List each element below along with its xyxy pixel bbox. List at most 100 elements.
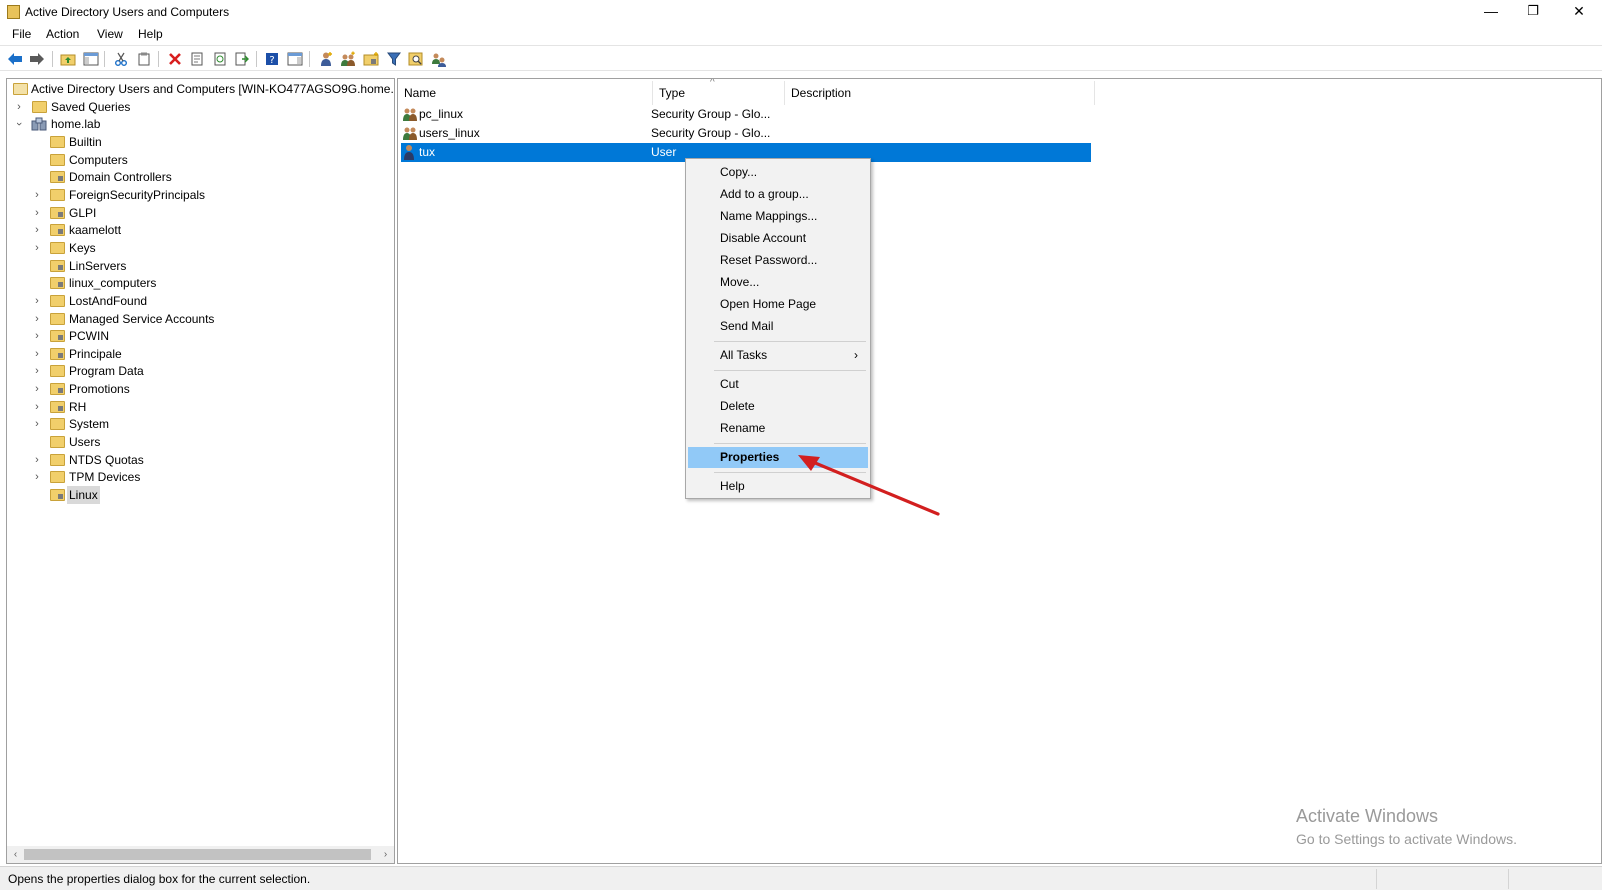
copy-icon[interactable]: [135, 50, 152, 67]
help-icon[interactable]: ?: [263, 50, 280, 67]
show-console-tree-icon[interactable]: [82, 50, 99, 67]
menu-help[interactable]: Help: [138, 27, 163, 41]
folder-up-icon[interactable]: [59, 50, 76, 67]
tree-item[interactable]: › LostAndFound: [11, 292, 371, 310]
tree-item-saved-queries[interactable]: › Saved Queries: [11, 98, 371, 116]
new-group-icon[interactable]: [339, 50, 356, 67]
back-arrow-icon[interactable]: [6, 50, 23, 67]
menu-item-delete[interactable]: Delete: [688, 396, 868, 417]
console-tree[interactable]: Active Directory Users and Computers [WI…: [6, 78, 395, 864]
scroll-right-arrow-icon[interactable]: ›: [377, 846, 394, 863]
details-list[interactable]: Name Type ^ Description pc_linux Securit…: [397, 78, 1602, 864]
menu-item-add-to-group[interactable]: Add to a group...: [688, 184, 868, 205]
expand-chevron-icon[interactable]: ›: [32, 415, 42, 433]
menu-item-move[interactable]: Move...: [688, 272, 868, 293]
tree-item[interactable]: LinServers: [11, 257, 371, 275]
tree-horizontal-scrollbar[interactable]: ‹ ›: [7, 846, 394, 863]
tree-item[interactable]: › ForeignSecurityPrincipals: [11, 186, 371, 204]
new-ou-icon[interactable]: [362, 50, 379, 67]
show-action-pane-icon[interactable]: [286, 50, 303, 67]
tree-item[interactable]: › PCWIN: [11, 327, 371, 345]
tree-item[interactable]: › NTDS Quotas: [11, 451, 371, 469]
menu-view[interactable]: View: [97, 27, 123, 41]
column-header-type[interactable]: Type: [653, 81, 785, 105]
tree-item-label: home.lab: [51, 117, 101, 131]
menu-item-all-tasks[interactable]: All Tasks ›: [688, 345, 868, 366]
expand-chevron-icon[interactable]: ›: [32, 186, 42, 204]
menu-item-reset-password[interactable]: Reset Password...: [688, 250, 868, 271]
list-row[interactable]: users_linux Security Group - Glo...: [401, 124, 1091, 143]
status-divider: [1376, 869, 1377, 889]
tree-item[interactable]: › System: [11, 415, 371, 433]
expand-chevron-icon[interactable]: ›: [14, 98, 24, 116]
menu-item-send-mail[interactable]: Send Mail: [688, 316, 868, 337]
tree-item-domain[interactable]: › home.lab: [11, 115, 371, 133]
column-header-description[interactable]: Description: [785, 81, 1095, 105]
menu-file[interactable]: File: [12, 27, 31, 41]
expand-chevron-icon[interactable]: ›: [32, 310, 42, 328]
menu-separator: [714, 443, 866, 444]
menu-item-cut[interactable]: Cut: [688, 374, 868, 395]
tree-item[interactable]: Domain Controllers: [11, 168, 371, 186]
tree-item[interactable]: linux_computers: [11, 274, 371, 292]
restore-button[interactable]: ❐: [1510, 0, 1556, 24]
refresh-icon[interactable]: [211, 50, 228, 67]
expand-chevron-icon[interactable]: ›: [32, 362, 42, 380]
expand-chevron-icon[interactable]: ›: [32, 398, 42, 416]
expand-chevron-icon[interactable]: ›: [32, 451, 42, 469]
menu-action[interactable]: Action: [46, 27, 79, 41]
collapse-chevron-icon[interactable]: ›: [10, 119, 28, 129]
delete-icon[interactable]: [166, 50, 183, 67]
tree-item[interactable]: Builtin: [11, 133, 371, 151]
expand-chevron-icon[interactable]: ›: [32, 204, 42, 222]
row-name: pc_linux: [419, 107, 464, 121]
add-to-group-icon[interactable]: [430, 50, 447, 67]
column-header-name[interactable]: Name: [398, 81, 653, 105]
export-list-icon[interactable]: [233, 50, 250, 67]
toolbar-separator: [309, 51, 310, 67]
tree-item[interactable]: Linux: [11, 486, 371, 504]
close-button[interactable]: ✕: [1556, 0, 1602, 24]
cut-icon[interactable]: [112, 50, 129, 67]
list-row[interactable]: pc_linux Security Group - Glo...: [401, 105, 1091, 124]
tree-item[interactable]: › Principale: [11, 345, 371, 363]
expand-chevron-icon[interactable]: ›: [32, 327, 42, 345]
tree-item[interactable]: › GLPI: [11, 204, 371, 222]
tree-item-label: GLPI: [69, 206, 97, 220]
expand-chevron-icon[interactable]: ›: [32, 292, 42, 310]
tree-item[interactable]: › TPM Devices: [11, 468, 371, 486]
tree-item-label: Domain Controllers: [69, 170, 172, 184]
filter-icon[interactable]: [385, 50, 402, 67]
tree-item-label: System: [69, 417, 110, 431]
tree-item-label: Saved Queries: [51, 100, 131, 114]
ou-folder-icon: [50, 207, 65, 219]
new-user-icon[interactable]: [317, 50, 334, 67]
menu-item-open-home-page[interactable]: Open Home Page: [688, 294, 868, 315]
tree-item[interactable]: › Promotions: [11, 380, 371, 398]
tree-root[interactable]: Active Directory Users and Computers [WI…: [11, 80, 394, 98]
minimize-button[interactable]: —: [1468, 0, 1514, 24]
menu-item-rename[interactable]: Rename: [688, 418, 868, 439]
expand-chevron-icon[interactable]: ›: [32, 239, 42, 257]
tree-item[interactable]: Computers: [11, 151, 371, 169]
tree-item[interactable]: › Managed Service Accounts: [11, 310, 371, 328]
ou-folder-icon: [50, 489, 65, 501]
scrollbar-thumb[interactable]: [24, 849, 371, 860]
tree-item[interactable]: › kaamelott: [11, 221, 371, 239]
tree-item[interactable]: › Keys: [11, 239, 371, 257]
menu-item-name-mappings[interactable]: Name Mappings...: [688, 206, 868, 227]
folder-icon: [50, 189, 65, 201]
expand-chevron-icon[interactable]: ›: [32, 380, 42, 398]
scroll-left-arrow-icon[interactable]: ‹: [7, 846, 24, 863]
tree-item[interactable]: › Program Data: [11, 362, 371, 380]
find-icon[interactable]: [407, 50, 424, 67]
tree-item[interactable]: › RH: [11, 398, 371, 416]
expand-chevron-icon[interactable]: ›: [32, 221, 42, 239]
expand-chevron-icon[interactable]: ›: [32, 468, 42, 486]
menu-item-copy[interactable]: Copy...: [688, 162, 868, 183]
forward-arrow-icon[interactable]: [28, 50, 45, 67]
expand-chevron-icon[interactable]: ›: [32, 345, 42, 363]
tree-item[interactable]: Users: [11, 433, 371, 451]
menu-item-disable-account[interactable]: Disable Account: [688, 228, 868, 249]
properties-icon[interactable]: [188, 50, 205, 67]
